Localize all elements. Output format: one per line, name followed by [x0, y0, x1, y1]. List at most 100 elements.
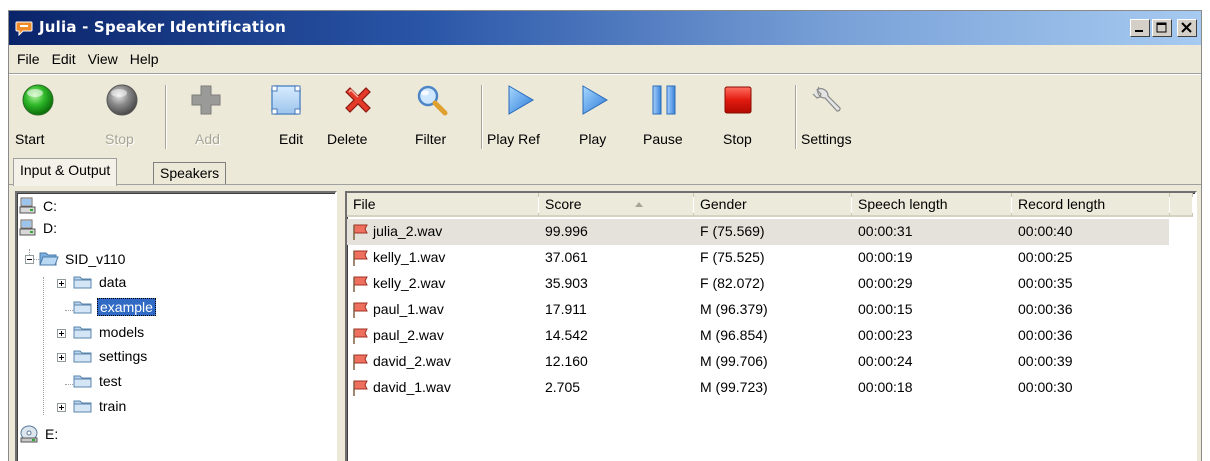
- list-row[interactable]: david_2.wav 12.160 M (99.706) 00:00:24 0…: [347, 349, 1193, 375]
- settings-button[interactable]: Settings: [797, 77, 861, 161]
- expand-toggle[interactable]: [57, 279, 66, 288]
- open-folder-icon: [39, 252, 59, 266]
- start-button[interactable]: Start: [13, 77, 63, 161]
- cell-speech-length: 00:00:31: [858, 223, 913, 239]
- list-row[interactable]: paul_1.wav 17.911 M (96.379) 00:00:15 00…: [347, 297, 1193, 323]
- menu-file[interactable]: File: [11, 51, 46, 67]
- cell-file: julia_2.wav: [373, 223, 443, 239]
- close-button[interactable]: [1177, 19, 1197, 37]
- edit-frame-icon: [271, 85, 301, 115]
- results-list[interactable]: File Score Gender Speech length Record l…: [345, 191, 1197, 461]
- play-ref-button[interactable]: Play Ref: [483, 77, 549, 161]
- tree-connector: [43, 277, 44, 415]
- cell-record-length: 00:00:39: [1018, 353, 1073, 369]
- column-header-speech-length[interactable]: Speech length: [852, 193, 1012, 217]
- menu-edit[interactable]: Edit: [46, 51, 82, 67]
- column-header-score[interactable]: Score: [539, 193, 694, 217]
- cell-gender: M (99.723): [700, 379, 768, 395]
- tab-input-output[interactable]: Input & Output: [13, 158, 118, 186]
- tree-node-settings[interactable]: settings: [73, 345, 149, 367]
- folder-icon: [73, 326, 92, 339]
- tree-node-drive-e[interactable]: E:: [19, 423, 60, 445]
- cell-gender: M (96.854): [700, 327, 768, 343]
- column-header-filler: [1170, 193, 1193, 217]
- tree-node-label: example: [97, 298, 156, 316]
- title-bar[interactable]: Julia - Speaker Identification: [9, 11, 1201, 45]
- play-icon: [508, 85, 534, 115]
- cell-file: david_1.wav: [373, 379, 451, 395]
- list-row[interactable]: paul_2.wav 14.542 M (96.854) 00:00:23 00…: [347, 323, 1193, 349]
- cell-file: paul_1.wav: [373, 301, 444, 317]
- tree-node-data[interactable]: data: [73, 271, 128, 293]
- sort-ascending-icon: [635, 202, 643, 207]
- cell-score: 14.542: [545, 327, 588, 343]
- magnifier-icon: [417, 85, 448, 116]
- tree-node-label: train: [99, 398, 127, 414]
- expand-toggle[interactable]: [57, 403, 66, 412]
- minimize-button[interactable]: [1130, 19, 1150, 37]
- cell-record-length: 00:00:25: [1018, 249, 1073, 265]
- tree-node-label: D:: [43, 220, 57, 236]
- edit-button[interactable]: Edit: [259, 77, 309, 161]
- pause-icon: [652, 85, 676, 115]
- wav-file-icon: [353, 276, 368, 292]
- expand-toggle[interactable]: [57, 329, 66, 338]
- menu-help[interactable]: Help: [124, 51, 165, 67]
- list-row[interactable]: kelly_1.wav 37.061 F (75.525) 00:00:19 0…: [347, 245, 1193, 271]
- tree-node-label: test: [99, 373, 122, 389]
- wav-file-icon: [353, 354, 368, 370]
- drive-icon: [19, 219, 36, 236]
- delete-label: Delete: [327, 131, 368, 147]
- cell-score: 35.903: [545, 275, 588, 291]
- tree-node-drive-c[interactable]: C:: [19, 195, 59, 217]
- folder-icon: [73, 400, 92, 413]
- tree-node-drive-d[interactable]: D:: [19, 217, 59, 239]
- wav-file-icon: [353, 328, 368, 344]
- cell-record-length: 00:00:40: [1018, 223, 1073, 239]
- stop-recognition-button[interactable]: Stop: [95, 77, 145, 161]
- tree-node-example[interactable]: example: [73, 296, 156, 318]
- play-icon: [582, 85, 608, 115]
- cell-score: 99.996: [545, 223, 588, 239]
- tree-node-label: SID_v110: [65, 251, 126, 267]
- minimize-icon: [1135, 30, 1143, 32]
- filter-label: Filter: [415, 131, 447, 147]
- column-header-record-length[interactable]: Record length: [1012, 193, 1170, 217]
- folder-tree[interactable]: C: D: SID_v110 data example models setti…: [15, 191, 337, 461]
- play-button[interactable]: Play: [569, 77, 619, 161]
- list-row[interactable]: david_1.wav 2.705 M (99.723) 00:00:18 00…: [347, 375, 1193, 401]
- wrench-icon: [812, 86, 841, 112]
- cell-score: 17.911: [545, 301, 587, 317]
- tree-node-test[interactable]: test: [73, 370, 124, 392]
- filter-button[interactable]: Filter: [405, 77, 455, 161]
- menu-view[interactable]: View: [82, 51, 124, 67]
- delete-button[interactable]: Delete: [325, 77, 383, 161]
- tree-node-sid-v110[interactable]: SID_v110: [39, 248, 127, 270]
- red-x-icon: [345, 87, 371, 113]
- column-header-file[interactable]: File: [347, 193, 539, 217]
- stop-playback-button[interactable]: Stop: [711, 77, 761, 161]
- cell-gender: M (96.379): [700, 301, 768, 317]
- wav-file-icon: [353, 224, 368, 240]
- wav-file-icon: [353, 250, 368, 266]
- maximize-button[interactable]: [1152, 19, 1172, 37]
- list-row[interactable]: kelly_2.wav 35.903 F (82.072) 00:00:29 0…: [347, 271, 1193, 297]
- pause-button[interactable]: Pause: [635, 77, 693, 161]
- green-circle-icon: [22, 84, 54, 116]
- cell-speech-length: 00:00:23: [858, 327, 913, 343]
- list-header: File Score Gender Speech length Record l…: [347, 193, 1193, 217]
- tree-node-label: settings: [99, 348, 148, 364]
- tree-node-train[interactable]: train: [73, 395, 128, 417]
- tree-node-models[interactable]: models: [73, 321, 146, 343]
- cell-file: kelly_1.wav: [373, 249, 446, 265]
- add-button[interactable]: Add: [179, 77, 229, 161]
- collapse-toggle[interactable]: [25, 255, 34, 264]
- list-row[interactable]: julia_2.wav 99.996 F (75.569) 00:00:31 0…: [347, 219, 1169, 245]
- folder-icon: [73, 350, 92, 363]
- column-header-gender[interactable]: Gender: [694, 193, 852, 217]
- cell-speech-length: 00:00:29: [858, 275, 913, 291]
- close-icon: [1181, 22, 1192, 33]
- tab-content: C: D: SID_v110 data example models setti…: [9, 184, 1201, 461]
- tab-speakers[interactable]: Speakers: [153, 162, 227, 185]
- expand-toggle[interactable]: [57, 353, 66, 362]
